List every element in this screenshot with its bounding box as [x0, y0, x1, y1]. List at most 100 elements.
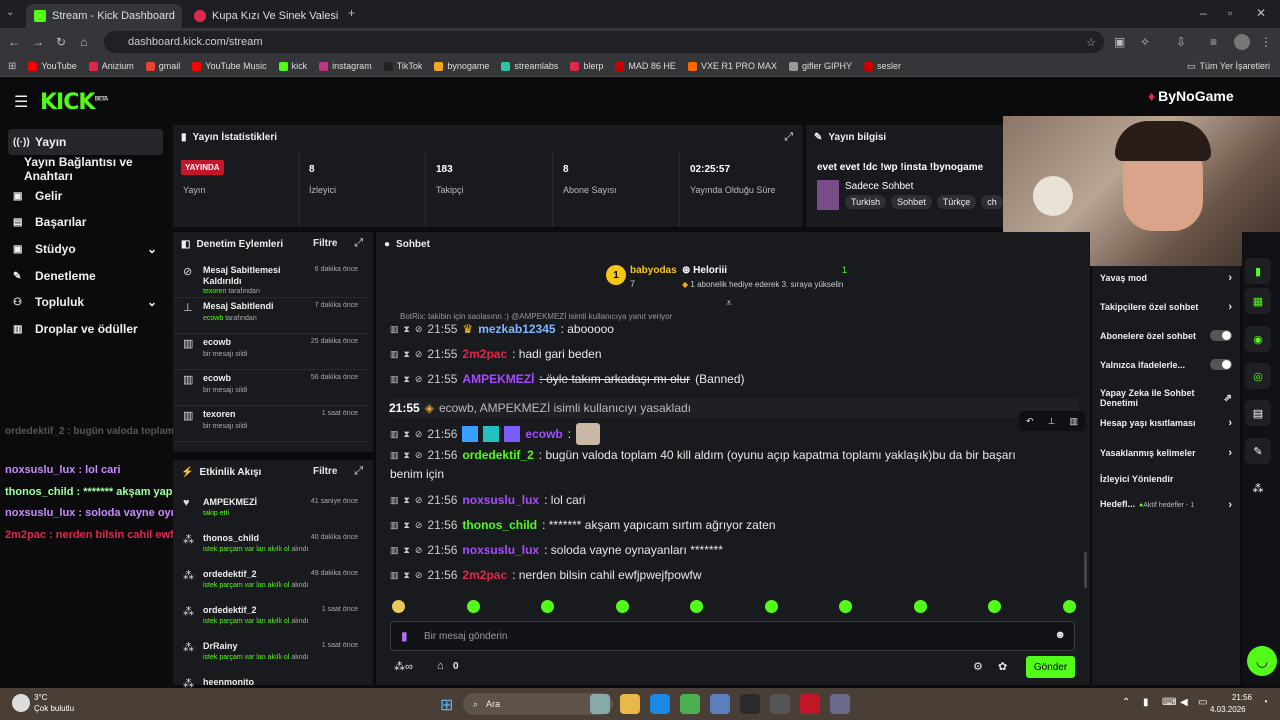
points-icon[interactable]: ⁂∞: [394, 660, 413, 673]
timeout-icon[interactable]: ⧗: [404, 450, 410, 461]
help-chat-icon[interactable]: ◡: [1247, 646, 1277, 676]
taskbar-app-icon[interactable]: [830, 694, 850, 714]
forward-icon[interactable]: →: [32, 35, 44, 49]
sidebar-item-0[interactable]: ((·)) Yayın: [8, 129, 163, 155]
stream-tag[interactable]: Turkish: [845, 195, 887, 209]
chat-message[interactable]: ▥ ⧗ ⊘ 21:56 noxsuslu_lux: lol cari: [390, 493, 585, 507]
message-username[interactable]: thonos_child: [462, 518, 537, 532]
emote-icon[interactable]: [839, 600, 853, 613]
store-icon[interactable]: ⌂: [437, 660, 444, 672]
timeout-icon[interactable]: ⧗: [404, 349, 410, 360]
browser-tab-kick[interactable]: Stream - Kick Dashboard ✕: [26, 4, 182, 28]
sidebar-item-2[interactable]: ▣ Gelir: [8, 183, 163, 209]
chat-setting-row[interactable]: Takipçilere özel sohbet ›: [1100, 301, 1232, 313]
chat-message[interactable]: ▥ ⧗ ⊘ 21:55 AMPEKMEZİ: öyle takım arkadaşı m…: [390, 372, 745, 386]
emote-icon[interactable]: [690, 600, 704, 613]
taskbar-app-icon[interactable]: [680, 694, 700, 714]
chat-setting-row[interactable]: Hedefl... ●Aktif hedefler - 1 ›: [1100, 499, 1232, 511]
mod-action-row[interactable]: ▥ ecowb bir mesajı sildi 25 dakika önce: [173, 334, 368, 370]
taskbar-app-icon[interactable]: [740, 694, 760, 714]
chat-setting-row[interactable]: Yasaklanmış kelimeler ›: [1100, 447, 1232, 459]
message-username[interactable]: noxsuslu_lux: [462, 543, 539, 557]
battery-icon[interactable]: ▭: [1198, 697, 1207, 708]
stream-tag[interactable]: Türkçe: [936, 195, 977, 209]
timeout-icon[interactable]: ⧗: [404, 429, 410, 440]
stream-tag[interactable]: ch: [981, 195, 1003, 209]
emote-icon[interactable]: [615, 600, 629, 613]
activity-row[interactable]: ♥ AMPEKMEZİ takip etti 41 saniye önce: [173, 494, 368, 530]
chat-setting-row[interactable]: Yapay Zeka ile Sohbet Denetimi ⇗: [1100, 388, 1232, 408]
rail-store-icon[interactable]: ▤: [1245, 400, 1271, 426]
trash-icon[interactable]: ▥: [390, 429, 399, 440]
sidebar-item-6[interactable]: ⚇ Topluluk ⌄: [8, 289, 163, 315]
emote-icon[interactable]: [988, 600, 1002, 613]
tab-search-icon[interactable]: ⌄: [6, 7, 14, 18]
chat-setting-row[interactable]: Abonelere özel sohbet: [1100, 330, 1232, 341]
clock-time[interactable]: 21:56: [1222, 693, 1252, 702]
chat-message[interactable]: ▥ ⧗ ⊘ 21:56 ecowb:: [390, 423, 601, 445]
mod-action-row[interactable]: ⊥ Mesaj Sabitlendi ecowb tarafından 7 dakik…: [173, 298, 368, 334]
trash-icon[interactable]: ▥: [390, 545, 399, 556]
bookmark-item[interactable]: blerp: [570, 61, 603, 71]
send-button[interactable]: Gönder: [1026, 656, 1075, 678]
scroll-to-pinned-icon[interactable]: ⩡: [726, 298, 732, 309]
top-gifter-name[interactable]: babyodas: [630, 265, 677, 276]
bookmark-item[interactable]: VXE R1 PRO MAX: [687, 61, 777, 71]
expand-icon[interactable]: ⤢: [784, 131, 793, 144]
apps-grid-icon[interactable]: ⊞: [8, 61, 16, 72]
sidebar-item-4[interactable]: ▣ Stüdyo ⌄: [8, 236, 163, 262]
toggle-switch[interactable]: [1210, 330, 1232, 341]
mod-action-row[interactable]: ▥ texoren bir mesajı sildi 1 saat önce: [173, 406, 368, 442]
toggle-switch[interactable]: [1210, 359, 1232, 370]
ban-icon[interactable]: ⊘: [415, 495, 423, 506]
message-username[interactable]: 2m2pac: [462, 347, 507, 361]
rail-clipboard-icon[interactable]: ▦: [1245, 288, 1271, 314]
taskbar-app-icon[interactable]: [800, 694, 820, 714]
settings-gear-icon[interactable]: ⚙: [973, 660, 983, 673]
message-username[interactable]: noxsuslu_lux: [462, 493, 539, 507]
new-tab-icon[interactable]: +: [348, 6, 355, 20]
profile-avatar[interactable]: [1234, 34, 1250, 50]
downloads-icon[interactable]: ⇩: [1176, 35, 1186, 49]
delete-icon[interactable]: ▥: [1069, 416, 1078, 427]
reload-icon[interactable]: ↻: [56, 35, 66, 49]
sidebar-item-3[interactable]: ▤ Başarılar: [8, 209, 163, 235]
expand-icon[interactable]: ⤢: [354, 237, 363, 250]
bookmark-item[interactable]: instagram: [319, 61, 372, 71]
message-username[interactable]: ordedektif_2: [462, 448, 533, 462]
timeout-icon[interactable]: ⧗: [404, 570, 410, 581]
stream-tag[interactable]: Sohbet: [891, 195, 932, 209]
rail-chat-icon[interactable]: ◉: [1245, 326, 1271, 352]
mod-filter-button[interactable]: Filtre: [313, 238, 337, 249]
rail-broadcast-icon[interactable]: ◎: [1245, 363, 1271, 389]
bookmark-item[interactable]: bynogame: [434, 61, 489, 71]
sidebar-item-1[interactable]: Yayın Bağlantısı ve Anahtarı: [8, 155, 163, 183]
emote-icon[interactable]: [466, 600, 480, 613]
sidebar-item-5[interactable]: ✎ Denetleme: [8, 263, 163, 289]
rail-wrench-icon[interactable]: ✎: [1245, 438, 1271, 464]
activity-filter-button[interactable]: Filtre: [313, 466, 337, 477]
mod-action-row[interactable]: ▥ ecowb bir mesajı sildi 56 dakika önce: [173, 370, 368, 406]
trash-icon[interactable]: ▥: [390, 495, 399, 506]
trash-icon[interactable]: ▥: [390, 374, 399, 385]
second-gifter[interactable]: ⊛ Heloriii: [682, 265, 727, 276]
puzzle-icon[interactable]: ✧: [1140, 35, 1150, 49]
chat-setting-row[interactable]: Hesap yaşı kısıtlaması ›: [1100, 417, 1232, 429]
ban-icon[interactable]: ⊘: [415, 450, 423, 461]
microphone-tray-icon[interactable]: ▮: [1143, 697, 1149, 708]
sidebar-item-7[interactable]: ▥ Droplar ve ödüller: [8, 316, 163, 342]
bookmark-item[interactable]: TikTok: [383, 61, 422, 71]
bookmark-item[interactable]: YouTube Music: [192, 61, 267, 71]
emote-icon[interactable]: [1062, 600, 1076, 613]
browser-tab-youtube[interactable]: Kupa Kızı Ve Sinek Valesi | Y ✕: [186, 4, 342, 28]
mod-settings-icon[interactable]: ✿: [998, 660, 1007, 673]
bookmark-item[interactable]: YouTube: [28, 61, 77, 71]
taskbar-app-icon[interactable]: [710, 694, 730, 714]
all-bookmarks[interactable]: ▭ Tüm Yer İşaretleri: [1187, 61, 1270, 72]
stream-title[interactable]: evet evet !dc !wp !insta !bynogame: [817, 162, 983, 173]
bookmark-item[interactable]: gmail: [145, 61, 180, 71]
menu-dots-icon[interactable]: ⋮: [1260, 35, 1272, 49]
chat-setting-row[interactable]: Yavaş mod ›: [1100, 272, 1232, 284]
timeout-icon[interactable]: ⧗: [404, 324, 410, 335]
chat-message[interactable]: ▥ ⧗ ⊘ 21:56 ordedektif_2: bugün valoda topla…: [390, 448, 1016, 462]
